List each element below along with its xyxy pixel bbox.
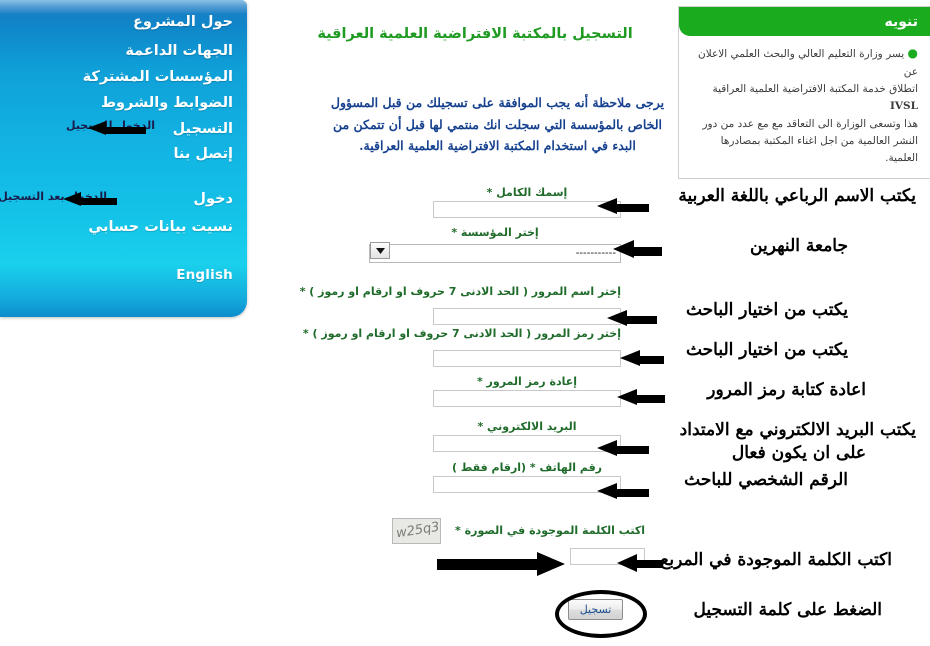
sidebar-item-registration[interactable]: التسجيل [173,121,233,137]
label-phone: رقم الهاتف * (ارقام فقط ) [451,461,603,474]
username-input[interactable] [433,308,621,325]
annot-phone: الرقم الشخصي للباحث [684,470,848,490]
chevron-down-icon[interactable] [370,242,390,259]
label-captcha: اكتب الكلمة الموجودة في الصورة * [455,524,645,537]
field-confirm-password: إعادة رمز المرور * [433,375,621,407]
sidebar-item-contact-us[interactable]: إتصل بنا [173,146,233,162]
sidebar-nav: حول المشروع الجهات الداعمة المؤسسات المش… [0,0,247,317]
notice-header: تنويه [679,7,930,36]
label-institution: إختر المؤسسة * [451,226,539,239]
sidebar-item-login[interactable]: دخول [193,191,233,207]
annot-institution: جامعة النهرين [750,236,848,256]
confirm-password-input[interactable] [433,390,621,407]
annot-captcha: اكتب الكلمة الموجودة في المربع [660,550,892,570]
sidebar-item-english[interactable]: English [176,267,233,283]
label-password: إختر رمز المرور ( الحد الادنى 7 حروف او … [302,327,621,340]
notice-line-2: اتطلاق خدمة المكتبة الافتراضية العلمية ا… [712,83,918,96]
sidebar-item-about-project[interactable]: حول المشروع [133,14,233,30]
captcha-image-text: w25q3 [395,519,441,542]
notice-line-3: هذا وتسعى الوزارة الى التعاقد مع مع عدد … [702,117,918,130]
sidebar-item-rules-and-conditions[interactable]: الضوابط والشروط [101,95,233,111]
institution-select[interactable] [369,243,621,263]
email-input[interactable] [433,435,621,452]
annot-email-line-2: على ان يكون فعال [731,443,866,463]
field-password: إختر رمز المرور ( الحد الادنى 7 حروف او … [303,327,621,367]
notice-title: تنويه [884,13,919,30]
label-full-name: إسمك الكامل * [486,186,568,199]
field-username: إختر اسم المرور ( الحد الادنى 7 حروف او … [300,285,621,325]
notice-body: ● يسر وزارة التعليم العالي والبحث العلمي… [679,36,930,178]
intro-paragraph: يرجى ملاحظة أنه يجب الموافقة على تسجيلك … [330,95,665,153]
sidebar-item-supporting-bodies[interactable]: الجهات الداعمة [125,43,233,59]
label-email: البريد الالكتروني * [477,420,577,433]
submit-button[interactable]: تسجيل [568,599,623,620]
notice-line-4: النشر العالمية من اجل اغناء المكتبة بمصا… [720,135,918,165]
captcha-image: w25q3 [392,518,441,544]
label-confirm-password: إعادة رمز المرور * [476,375,578,388]
annot-username: يكتب من اختيار الباحث [685,300,848,320]
notice-bullet-icon: ● [907,46,918,60]
phone-input[interactable] [433,476,621,493]
field-phone: رقم الهاتف * (ارقام فقط ) [433,461,621,493]
password-input[interactable] [433,350,621,367]
sidebar-item-participating-institutions[interactable]: المؤسسات المشتركة [83,69,233,85]
annot-password: يكتب من اختيار الباحث [685,340,848,360]
annot-submit: الضغط على كلمة التسجيل [693,600,882,620]
full-name-input[interactable] [433,201,621,218]
annot-email-line-1: يكتب البريد الالكتروني مع الامتداد [679,420,916,440]
field-email: البريد الالكتروني * [433,420,621,452]
annot-confirm-password: اعادة كتابة رمز المرور [707,380,866,400]
notice-line-1: يسر وزارة التعليم العالي والبحث العلمي ا… [698,48,918,78]
field-full-name: إسمك الكامل * [433,186,621,218]
sidebar-item-forgot-account-data[interactable]: نسيت بيانات حسابي [88,219,233,235]
page-title: التسجيل بالمكتبة الافتراضية العلمية العر… [317,26,633,42]
field-institution: إختر المؤسسة * [369,226,621,263]
notice-panel: تنويه ● يسر وزارة التعليم العالي والبحث … [678,6,930,179]
notice-acronym-ivsl: IVSL [889,100,918,113]
annot-full-name: يكتب الاسم الرباعي باللغة العربية [678,186,916,206]
label-username: إختر اسم المرور ( الحد الادنى 7 حروف او … [299,285,621,298]
